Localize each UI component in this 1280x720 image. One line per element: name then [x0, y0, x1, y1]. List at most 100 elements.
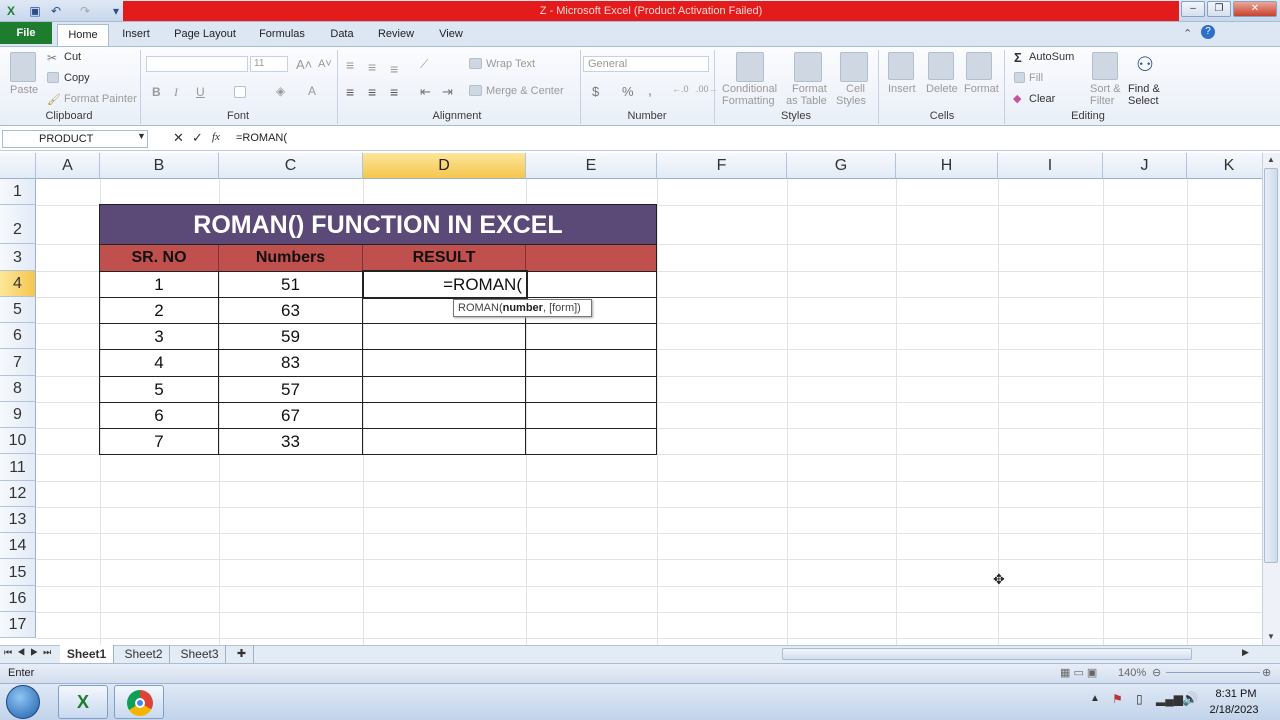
vertical-scroll-thumb[interactable]: [1264, 168, 1278, 563]
cut-button[interactable]: Cut: [64, 51, 81, 63]
column-header-i[interactable]: I: [998, 153, 1103, 179]
cell-e[interactable]: [526, 272, 657, 298]
comma-button[interactable]: ,: [648, 82, 652, 98]
battery-icon[interactable]: ▯: [1136, 692, 1143, 706]
cell-e[interactable]: [526, 429, 657, 455]
sheet-tab-1[interactable]: Sheet1: [60, 645, 114, 663]
increase-indent-icon[interactable]: ⇥: [442, 84, 453, 100]
minimize-ribbon-icon[interactable]: ⌃: [1183, 27, 1192, 40]
row-header-5[interactable]: 5: [0, 297, 36, 323]
sheet-tab-3[interactable]: Sheet3: [174, 645, 226, 663]
help-icon[interactable]: ?: [1201, 25, 1215, 39]
tab-insert[interactable]: Insert: [112, 24, 160, 46]
column-header-f[interactable]: F: [657, 153, 787, 179]
column-header-b[interactable]: B: [100, 153, 219, 179]
cell-result[interactable]: [363, 403, 526, 429]
row-header-2[interactable]: 2: [0, 205, 36, 244]
grow-font-icon[interactable]: A˄: [296, 57, 312, 72]
paste-icon[interactable]: [10, 52, 36, 82]
header-numbers[interactable]: Numbers: [219, 245, 363, 272]
insert-function-button[interactable]: fx: [212, 131, 220, 143]
cell-number[interactable]: 57: [219, 377, 363, 403]
cell-number[interactable]: 83: [219, 350, 363, 377]
sort-filter-icon[interactable]: [1092, 52, 1118, 80]
align-bottom-icon[interactable]: ≡: [390, 61, 398, 77]
cell-e[interactable]: [526, 324, 657, 350]
active-cell-d4[interactable]: =ROMAN(: [362, 270, 528, 299]
close-button[interactable]: ✕: [1233, 1, 1277, 17]
scroll-right-icon[interactable]: ▶: [1242, 647, 1249, 658]
column-header-c[interactable]: C: [219, 153, 363, 179]
action-center-icon[interactable]: ⚑: [1112, 692, 1123, 706]
font-name-select[interactable]: [146, 56, 248, 72]
cell-number[interactable]: 67: [219, 403, 363, 429]
format-cells-icon[interactable]: [966, 52, 992, 80]
row-header-10[interactable]: 10: [0, 428, 36, 454]
cell-sr[interactable]: 2: [99, 298, 219, 324]
cell-styles-icon[interactable]: [840, 52, 868, 82]
volume-icon[interactable]: 🔊: [1182, 691, 1198, 707]
select-all-corner[interactable]: [0, 153, 36, 179]
orientation-icon[interactable]: ⟋: [420, 57, 428, 72]
align-center-icon[interactable]: ≡: [368, 84, 376, 100]
format-cells-button[interactable]: Format: [964, 83, 999, 95]
column-header-g[interactable]: G: [787, 153, 896, 179]
insert-cells-button[interactable]: Insert: [888, 83, 916, 95]
insert-sheet-icon[interactable]: ✚: [230, 645, 254, 663]
row-header-16[interactable]: 16: [0, 586, 36, 612]
cell-result[interactable]: [363, 377, 526, 403]
formula-input[interactable]: =ROMAN(: [230, 130, 1265, 148]
row-header-1[interactable]: 1: [0, 179, 36, 205]
tab-page-layout[interactable]: Page Layout: [166, 24, 244, 46]
clock-time[interactable]: 8:31 PM: [1206, 688, 1266, 700]
redo-icon[interactable]: ↷: [77, 3, 93, 19]
align-middle-icon[interactable]: ≡: [368, 59, 376, 75]
column-header-j[interactable]: J: [1103, 153, 1187, 179]
tab-data[interactable]: Data: [322, 24, 362, 46]
fill-button[interactable]: Fill: [1029, 72, 1043, 84]
italic-button[interactable]: I: [174, 85, 178, 100]
cell-number[interactable]: 63: [219, 298, 363, 324]
start-button-icon[interactable]: [6, 685, 40, 719]
minimize-button[interactable]: –: [1181, 1, 1205, 17]
row-header-7[interactable]: 7: [0, 349, 36, 376]
column-header-d[interactable]: D: [363, 153, 526, 179]
cell-result[interactable]: [363, 429, 526, 455]
name-box[interactable]: PRODUCT: [2, 130, 148, 148]
bold-button[interactable]: B: [152, 85, 161, 99]
row-header-3[interactable]: 3: [0, 244, 36, 271]
name-box-dropdown-icon[interactable]: ▼: [137, 131, 146, 141]
paste-button[interactable]: Paste: [10, 84, 38, 96]
row-header-8[interactable]: 8: [0, 376, 36, 402]
row-header-17[interactable]: 17: [0, 612, 36, 638]
column-header-e[interactable]: E: [526, 153, 657, 179]
row-header-4[interactable]: 4: [0, 271, 36, 297]
cell-sr[interactable]: 6: [99, 403, 219, 429]
header-result[interactable]: RESULT: [363, 245, 526, 272]
format-as-table-button[interactable]: Format: [792, 83, 827, 95]
font-color-icon[interactable]: A: [308, 84, 316, 98]
cell-e[interactable]: [526, 377, 657, 403]
scroll-down-icon[interactable]: ▼: [1263, 632, 1279, 644]
row-header-6[interactable]: 6: [0, 323, 36, 349]
conditional-formatting-button[interactable]: Conditional: [722, 83, 777, 95]
shrink-font-icon[interactable]: A˅: [318, 58, 332, 70]
zoom-out-icon[interactable]: ⊖: [1152, 664, 1161, 682]
align-right-icon[interactable]: ≡: [390, 84, 398, 100]
tab-formulas[interactable]: Formulas: [252, 24, 312, 46]
borders-icon[interactable]: [234, 86, 246, 98]
cancel-entry-icon[interactable]: ✕: [173, 130, 184, 146]
delete-cells-button[interactable]: Delete: [926, 83, 958, 95]
zoom-in-icon[interactable]: ⊕: [1262, 664, 1271, 682]
undo-icon[interactable]: ↶: [48, 3, 64, 19]
row-header-9[interactable]: 9: [0, 402, 36, 428]
underline-button[interactable]: U: [196, 85, 205, 99]
chrome-taskbar-button[interactable]: [114, 685, 164, 719]
clear-button[interactable]: Clear: [1029, 93, 1055, 105]
view-buttons-icon[interactable]: ▦ ▭ ▣: [1060, 664, 1097, 682]
delete-cells-icon[interactable]: [928, 52, 954, 80]
row-header-15[interactable]: 15: [0, 559, 36, 586]
cell-result[interactable]: [363, 324, 526, 350]
format-as-table-icon[interactable]: [794, 52, 822, 82]
insert-cells-icon[interactable]: [888, 52, 914, 80]
